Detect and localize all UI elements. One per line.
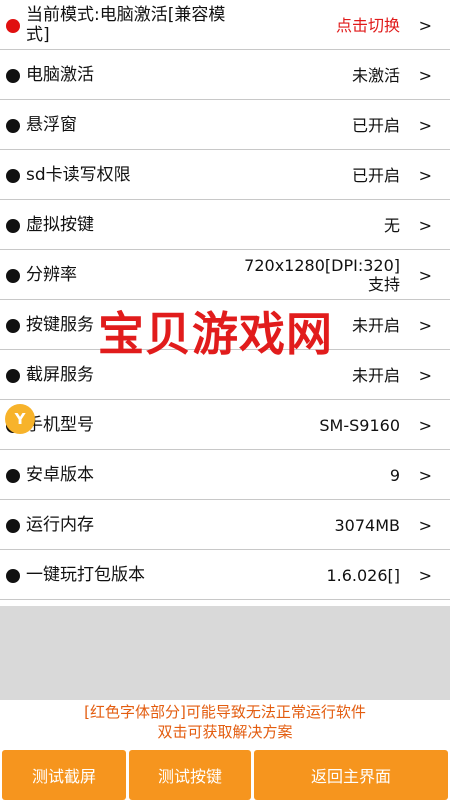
row-label: 一键玩打包版本 <box>26 565 145 585</box>
row-virtual-keys[interactable]: 虚拟按键 无 > <box>0 200 450 250</box>
row-value: 未开启 <box>351 365 400 385</box>
row-resolution[interactable]: 分辨率 720x1280[DPI:320] 支持 > <box>0 250 450 300</box>
row-label: 分辨率 <box>26 265 77 285</box>
chevron-right-icon: > <box>418 215 432 235</box>
chevron-right-icon: > <box>418 265 432 285</box>
chevron-right-icon: > <box>418 165 432 185</box>
chevron-right-icon: > <box>418 315 432 335</box>
status-dot-icon <box>6 569 20 583</box>
warning-text[interactable]: [红色字体部分]可能导致无法正常运行软件 双击可获取解决方案 <box>0 702 450 742</box>
row-value: 3074MB <box>334 515 401 535</box>
status-dot-icon <box>6 269 20 283</box>
resolution-support: 支持 <box>367 275 400 294</box>
resolution-value: 720x1280[DPI:320] <box>244 256 400 275</box>
row-label: 安卓版本 <box>26 465 94 485</box>
row-label: sd卡读写权限 <box>26 165 131 185</box>
row-ram[interactable]: 运行内存 3074MB > <box>0 500 450 550</box>
test-keys-button[interactable]: 测试按键 <box>129 750 251 800</box>
status-dot-icon <box>6 19 20 33</box>
status-dot-icon <box>6 169 20 183</box>
row-value: 1.6.026[] <box>326 565 400 585</box>
row-package-version[interactable]: 一键玩打包版本 1.6.026[] > <box>0 550 450 600</box>
row-value: 9 <box>389 465 400 485</box>
watermark-text: 宝贝游戏网 <box>98 307 333 361</box>
row-label: 截屏服务 <box>26 365 94 385</box>
row-value: SM-S9160 <box>319 415 400 435</box>
status-dot-icon <box>6 219 20 233</box>
chevron-right-icon: > <box>418 15 432 35</box>
row-label: 按键服务 <box>26 315 94 335</box>
warning-line-2: 双击可获取解决方案 <box>157 723 293 741</box>
row-label: 手机型号 <box>26 415 94 435</box>
chevron-right-icon: > <box>418 365 432 385</box>
switch-mode-link[interactable]: 点击切换 <box>336 0 400 50</box>
chevron-right-icon: > <box>418 415 432 435</box>
back-home-button[interactable]: 返回主界面 <box>254 750 448 800</box>
row-value: 已开启 <box>351 115 400 135</box>
row-label: 悬浮窗 <box>26 115 77 135</box>
chevron-right-icon: > <box>418 465 432 485</box>
empty-area <box>0 606 450 700</box>
row-value: 720x1280[DPI:320] 支持 <box>244 250 400 300</box>
chevron-right-icon: > <box>418 565 432 585</box>
chevron-right-icon: > <box>418 515 432 535</box>
chevron-right-icon: > <box>418 115 432 135</box>
row-sd-permission[interactable]: sd卡读写权限 已开启 > <box>0 150 450 200</box>
row-label: 当前模式:电脑激活[兼容模式] <box>26 5 226 45</box>
status-dot-icon <box>6 369 20 383</box>
row-label: 运行内存 <box>26 515 94 535</box>
row-floating-window[interactable]: 悬浮窗 已开启 > <box>0 100 450 150</box>
status-dot-icon <box>6 469 20 483</box>
row-android-version[interactable]: 安卓版本 9 > <box>0 450 450 500</box>
chevron-right-icon: > <box>418 65 432 85</box>
row-pc-activation[interactable]: 电脑激活 未激活 > <box>0 50 450 100</box>
status-dot-icon <box>6 119 20 133</box>
row-value: 已开启 <box>351 165 400 185</box>
row-label: 虚拟按键 <box>26 215 94 235</box>
row-phone-model[interactable]: 手机型号 SM-S9160 > <box>0 400 450 450</box>
bottom-button-bar: 测试截屏 测试按键 返回主界面 <box>0 750 450 800</box>
row-value: 未开启 <box>351 315 400 335</box>
warning-line-1: [红色字体部分]可能导致无法正常运行软件 <box>84 703 366 721</box>
test-screenshot-button[interactable]: 测试截屏 <box>2 750 126 800</box>
status-dot-icon <box>6 319 20 333</box>
status-dot-icon <box>6 69 20 83</box>
watermark-logo-icon: Y <box>5 404 35 434</box>
row-value: 未激活 <box>351 65 400 85</box>
row-current-mode[interactable]: 当前模式:电脑激活[兼容模式] 点击切换 > <box>0 0 450 50</box>
row-label: 电脑激活 <box>26 65 94 85</box>
row-value: 无 <box>383 215 400 235</box>
status-dot-icon <box>6 519 20 533</box>
